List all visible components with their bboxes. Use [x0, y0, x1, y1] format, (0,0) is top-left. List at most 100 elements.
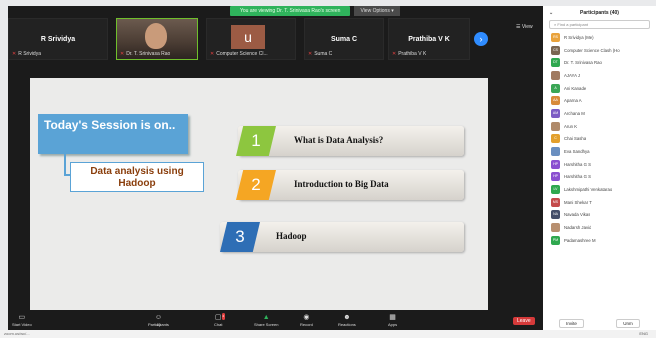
participant-avatar	[551, 147, 560, 157]
topic-box: Data analysis using Hadoop	[70, 162, 204, 192]
chat-button[interactable]: ▢ 2 Chat	[214, 313, 226, 327]
start-video-button[interactable]: ▭ Start Video	[12, 314, 32, 327]
participant-row[interactable]: CS Computer Science Clash (Ho	[543, 44, 656, 57]
video-tile[interactable]: Suma C ✕ Suma C	[304, 18, 384, 60]
participant-avatar: DT	[551, 58, 560, 68]
share-screen-button[interactable]: ▲ Share Screen	[254, 314, 278, 327]
video-strip: R Srividya ✕ R Srividya ✕ Dr. T. Srinivasa…	[8, 18, 543, 60]
participant-avatar: u	[231, 25, 265, 49]
view-button[interactable]: ☰ View	[516, 24, 533, 30]
agenda-item: 2 Introduction to Big Data	[236, 170, 464, 200]
mic-muted-icon: ✕	[210, 51, 215, 57]
participant-name: Nadarsh Javid	[564, 225, 592, 231]
apps-button[interactable]: ▦ Apps	[388, 314, 397, 327]
unmute-button[interactable]: Unm	[616, 318, 640, 328]
participant-avatar: AM	[551, 108, 560, 118]
tile-name: Prathiba V K	[408, 36, 450, 43]
participant-row[interactable]: MS Mani Shekar T	[543, 196, 656, 209]
participant-name: Archana M	[564, 110, 585, 116]
reactions-button[interactable]: ☻ Reactions	[338, 314, 356, 327]
participant-name: Eva Sandhya	[564, 149, 590, 155]
view-options-button[interactable]: View Options ▾	[354, 6, 400, 16]
participant-row[interactable]: LV Lakshmipathi Venkatarao	[543, 183, 656, 196]
participant-row[interactable]: Nadarsh Javid	[543, 221, 656, 234]
participant-list: RS R Srividya (Me) CS Computer Science Clas…	[543, 31, 656, 247]
record-icon: ◉	[303, 314, 310, 321]
tile-label: ✕ Suma C	[308, 51, 332, 57]
invite-button[interactable]: Invite	[559, 318, 584, 328]
participant-row[interactable]: AJAYA J	[543, 69, 656, 82]
search-placeholder: Find a participant	[557, 22, 589, 27]
agenda-text: What is Data Analysis?	[294, 135, 384, 145]
panel-title: Participants (40)	[580, 10, 619, 16]
participant-row[interactable]: AA Aparna A	[543, 94, 656, 107]
participant-avatar: CS	[551, 45, 560, 55]
participant-avatar: HP	[551, 159, 560, 169]
participant-name: AJAYA J	[564, 72, 581, 78]
participant-name: Lakshmipathi Venkatarao	[564, 187, 613, 193]
participant-avatar	[551, 223, 560, 233]
chat-label: Chat	[214, 322, 223, 327]
speaker-video	[145, 23, 167, 49]
start-video-label: Start Video	[12, 322, 32, 327]
participant-row[interactable]: PM Padamashree M	[543, 234, 656, 247]
session-title: Today's Session is on..	[38, 114, 188, 154]
participant-name: Mani Shekar T	[564, 199, 592, 205]
video-tile[interactable]: Prathiba V K ✕ Prathiba V K	[388, 18, 470, 60]
panel-footer: Invite Unm	[543, 316, 656, 330]
share-screen-label: Share Screen	[254, 322, 279, 327]
tile-label-text: Suma C	[314, 51, 333, 57]
video-tile[interactable]: u ✕ Computer Science Cl...	[206, 18, 296, 60]
participant-row[interactable]: AM Archana M	[543, 107, 656, 120]
next-page-arrow-icon[interactable]: ›	[474, 32, 488, 46]
participant-avatar	[551, 121, 560, 131]
collapse-chevron-icon[interactable]: ⌄	[549, 6, 553, 20]
tile-label-text: Dr. T. Srinivasa Rao	[126, 51, 171, 57]
reactions-icon: ☻	[343, 314, 351, 321]
record-button[interactable]: ◉ Record	[300, 314, 313, 327]
tile-label: ✕ Dr. T. Srinivasa Rao	[120, 51, 170, 57]
participant-row[interactable]: HP Harshitha G S	[543, 171, 656, 184]
participant-avatar: MS	[551, 197, 560, 207]
mic-muted-icon: ✕	[392, 51, 397, 57]
record-label: Record	[300, 322, 313, 327]
participant-avatar: C	[551, 134, 560, 144]
participant-name: Arun K	[564, 123, 578, 129]
participant-row[interactable]: Arun K	[543, 120, 656, 133]
participant-name: Harshitha G S	[564, 161, 591, 167]
participant-row[interactable]: NA Navada Vikas	[543, 209, 656, 222]
chat-badge: 2	[221, 313, 226, 320]
participant-row[interactable]: A Ani Kanade	[543, 82, 656, 95]
zoom-meeting-window: You are viewing Dr. T. Srinivasa Rao's s…	[8, 6, 543, 330]
participant-row[interactable]: C Chai Sasha	[543, 133, 656, 146]
mic-muted-icon: ✕	[308, 51, 313, 57]
system-tray: ENG	[639, 331, 648, 336]
mic-muted-icon: ✕	[12, 51, 17, 57]
participant-avatar: NA	[551, 210, 560, 220]
participant-row[interactable]: DT Dr. T. Srinivasa Rao	[543, 56, 656, 69]
participant-avatar: RS	[551, 32, 560, 42]
agenda-number: 2	[236, 170, 276, 200]
video-tile-active-speaker[interactable]: ✕ Dr. T. Srinivasa Rao	[116, 18, 198, 60]
share-banner-bar: You are viewing Dr. T. Srinivasa Rao's s…	[230, 6, 400, 16]
participants-button[interactable]: ☺40 Participants	[148, 314, 169, 327]
share-screen-icon: ▲	[262, 314, 270, 321]
status-url: zoom.us/wc/...	[4, 331, 30, 336]
screen: You are viewing Dr. T. Srinivasa Rao's s…	[0, 0, 656, 338]
shared-slide: Today's Session is on.. Data analysis us…	[30, 78, 488, 310]
agenda-text: Introduction to Big Data	[294, 179, 389, 189]
participant-search-input[interactable]: ⌕ Find a participant	[549, 20, 650, 29]
participant-row[interactable]: HP Harshitha G S	[543, 158, 656, 171]
mic-muted-icon: ✕	[120, 51, 125, 57]
reactions-label: Reactions	[338, 322, 356, 327]
participant-name: R Srividya (Me)	[564, 34, 594, 40]
chat-icon: ▢ 2	[214, 313, 226, 321]
video-tile[interactable]: R Srividya ✕ R Srividya	[8, 18, 108, 60]
tile-label-text: Computer Science Cl...	[216, 51, 268, 57]
participant-name: Harshitha G S	[564, 174, 591, 180]
participant-row[interactable]: Eva Sandhya	[543, 145, 656, 158]
tile-label: ✕ Prathiba V K	[392, 51, 426, 57]
participant-avatar	[551, 70, 560, 80]
leave-button[interactable]: Leave	[513, 317, 535, 325]
participant-row[interactable]: RS R Srividya (Me)	[543, 31, 656, 44]
